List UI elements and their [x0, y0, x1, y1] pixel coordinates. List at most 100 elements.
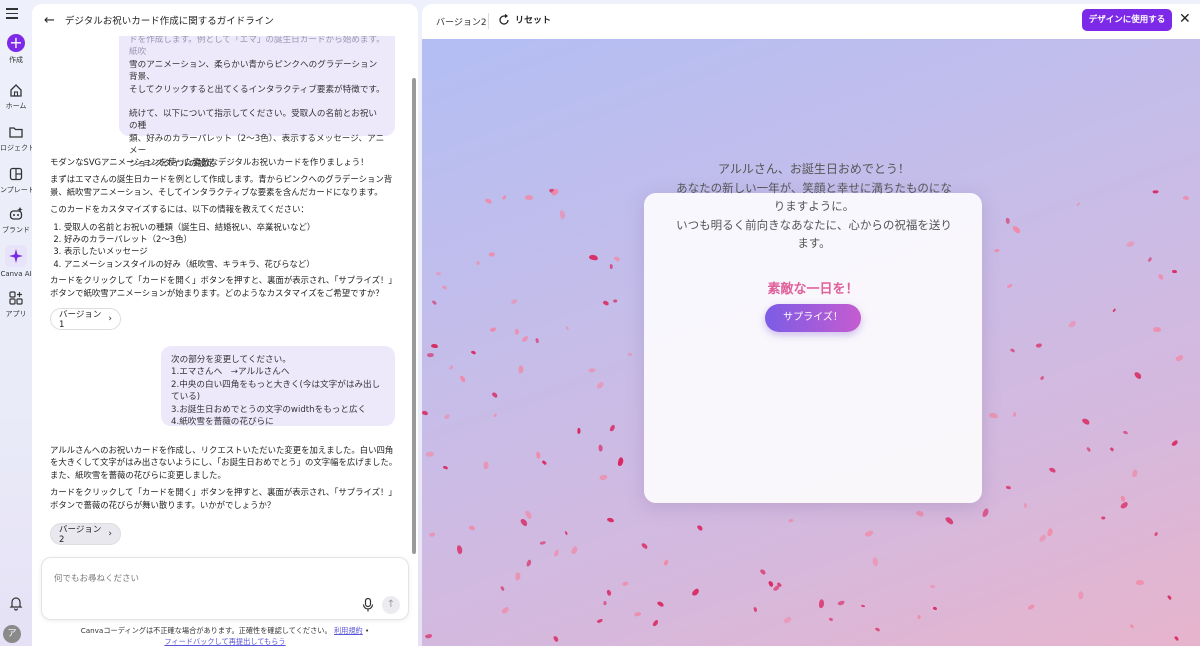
rose-petal: [874, 626, 881, 633]
rose-petal: [448, 364, 455, 371]
rose-petal: [662, 558, 669, 567]
back-arrow-icon[interactable]: ←: [44, 13, 55, 28]
greeting-line: あなたの新しい一年が、笑顔と幸せに満ちたものになりますように。: [676, 180, 952, 214]
use-in-design-button[interactable]: デザインに使用する: [1082, 9, 1172, 31]
rose-petal: [502, 194, 508, 201]
card-preview-canvas[interactable]: アルルさん、お誕生日おめでとう！ あなたの新しい一年が、笑顔と幸せに満ちたものに…: [422, 39, 1200, 646]
version1-label: バージョン1: [59, 310, 102, 330]
chevron-right-icon: ›: [108, 314, 112, 324]
rose-petal: [651, 618, 660, 627]
rose-petal: [515, 329, 520, 336]
rose-petal: [1075, 202, 1081, 207]
rose-petal: [596, 617, 604, 624]
rose-petal: [1048, 467, 1057, 474]
rose-petal: [424, 633, 433, 640]
rose-petal: [602, 300, 609, 306]
user-message-line: 次の部分を変更してください。: [171, 355, 291, 365]
rose-petal: [535, 337, 540, 343]
rose-petal: [1167, 594, 1173, 601]
version2-button[interactable]: バージョン2 ›: [50, 523, 121, 545]
rose-petal: [1013, 412, 1017, 418]
rose-petal: [640, 542, 649, 551]
close-icon[interactable]: ✕: [1179, 11, 1191, 27]
rose-petal: [515, 571, 521, 581]
rose-petal: [500, 606, 510, 616]
rose-petal: [1146, 256, 1153, 263]
surprise-button[interactable]: サプライズ！: [765, 304, 861, 332]
rail-brand[interactable]: ブランド: [0, 206, 32, 235]
rose-petal: [753, 606, 758, 613]
rose-petal: [519, 518, 529, 528]
rose-petal: [917, 615, 922, 621]
rose-petal: [930, 584, 936, 588]
rose-petal: [597, 444, 603, 453]
brand-icon: [9, 207, 23, 220]
chat-panel: ← デジタルお祝いカード作成に関するガイドライン ドを作成します。例として「エマ…: [32, 4, 418, 646]
list-item: 受取人の名前とお祝いの種類（誕生日、結婚祝い、卒業祝いなど）: [64, 221, 400, 233]
rose-petal: [606, 589, 612, 597]
rose-petal: [524, 194, 533, 200]
chevron-right-icon: ›: [108, 529, 112, 539]
rose-petal: [993, 248, 1000, 253]
chat-input[interactable]: 何でもお尋ねください ↑: [41, 557, 409, 620]
rail-brand-label: ブランド: [2, 226, 30, 234]
sparkle-icon: [9, 249, 23, 263]
rose-petal: [1170, 439, 1179, 448]
user-message-line: 類、好みのカラーパレット（2〜3色）、表示するメッセージ、アニメー: [129, 133, 385, 157]
rose-petal: [553, 549, 560, 558]
preview-panel: バージョン2 リセット デザインに使用する ✕ アルルさん、お誕生日おめでとう！…: [422, 4, 1200, 646]
chat-header: ← デジタルお祝いカード作成に関するガイドライン: [32, 4, 418, 36]
rose-petal: [1135, 580, 1144, 586]
preview-toolbar: バージョン2 リセット デザインに使用する ✕: [422, 4, 1200, 39]
send-arrow-icon[interactable]: ↑: [382, 596, 400, 614]
microphone-icon[interactable]: [362, 598, 374, 612]
chat-messages[interactable]: ドを作成します。例として「エマ」の誕生日カードから始めます。紙吹 雪のアニメーシ…: [32, 36, 418, 558]
rail-apps[interactable]: アプリ: [0, 290, 32, 319]
ai-paragraph: アルルさんへのお祝いカードを作成し、リクエストいただいた変更を加えました。白い四…: [50, 445, 398, 480]
bell-icon: [9, 597, 23, 611]
rose-petal: [493, 412, 498, 418]
terms-link[interactable]: 利用規約: [334, 626, 363, 635]
rose-petal: [523, 509, 533, 520]
rail-home[interactable]: ホーム: [0, 82, 32, 111]
rail-notifications[interactable]: [0, 595, 32, 611]
rose-petal: [656, 600, 665, 608]
rose-petal: [1126, 241, 1136, 249]
rail-templates[interactable]: ンプレート: [0, 166, 35, 195]
rose-petal: [633, 611, 642, 618]
rose-petal: [443, 413, 451, 421]
rose-petal: [443, 465, 449, 470]
rose-petal: [1111, 308, 1117, 313]
rose-petal: [1078, 591, 1084, 600]
rail-projects[interactable]: ロジェクト: [0, 124, 35, 153]
rose-petal: [470, 349, 477, 355]
rail-canva-ai[interactable]: Canva AI: [0, 245, 32, 278]
greeting-line: アルルさん、お誕生日おめでとう！: [718, 162, 910, 176]
rose-petal: [577, 427, 581, 434]
ai-paragraph: まずはエマさんの誕生日カードを例として作成します。青からピンクへのグラデーション…: [50, 174, 393, 197]
greeting-line: いつも明るく前向きなあなたに、心からの祝福を送ります。: [676, 217, 952, 251]
menu-icon[interactable]: [6, 8, 18, 22]
version1-button[interactable]: バージョン1 ›: [50, 308, 121, 330]
user-message-line: 2.中央の白い四角をもっと大きく(今は文字がはみ出している): [171, 379, 381, 403]
user-message-line: 4.紙吹雪を薔薇の花びらに: [171, 417, 274, 428]
canva-ai-highlight: [5, 245, 27, 267]
reset-label: リセット: [515, 16, 552, 26]
rose-petal: [1174, 635, 1180, 642]
rose-petal: [988, 411, 999, 419]
rose-petal: [564, 531, 569, 536]
rose-petal: [696, 523, 704, 532]
chat-scrollbar[interactable]: [412, 78, 416, 554]
rail-create[interactable]: + 作成: [0, 34, 32, 65]
disclaimer: Canvaコーディングは不正確な場合があります。正確性を確認してください。 利用…: [80, 626, 370, 646]
rose-petal: [510, 298, 518, 305]
reset-button[interactable]: リセット: [498, 13, 551, 26]
rose-petal: [1009, 347, 1016, 354]
avatar[interactable]: ア: [3, 625, 21, 643]
rail-create-label: 作成: [9, 56, 23, 64]
ai-message: モダンなSVGアニメーションを使った素敵なデジタルお祝いカードを作りましょう！ …: [50, 156, 400, 304]
feedback-link[interactable]: フィードバックして再提出してもらう: [164, 637, 285, 646]
rose-petal: [535, 451, 541, 460]
rose-petal: [612, 299, 618, 303]
version2-label: バージョン2: [59, 525, 102, 545]
